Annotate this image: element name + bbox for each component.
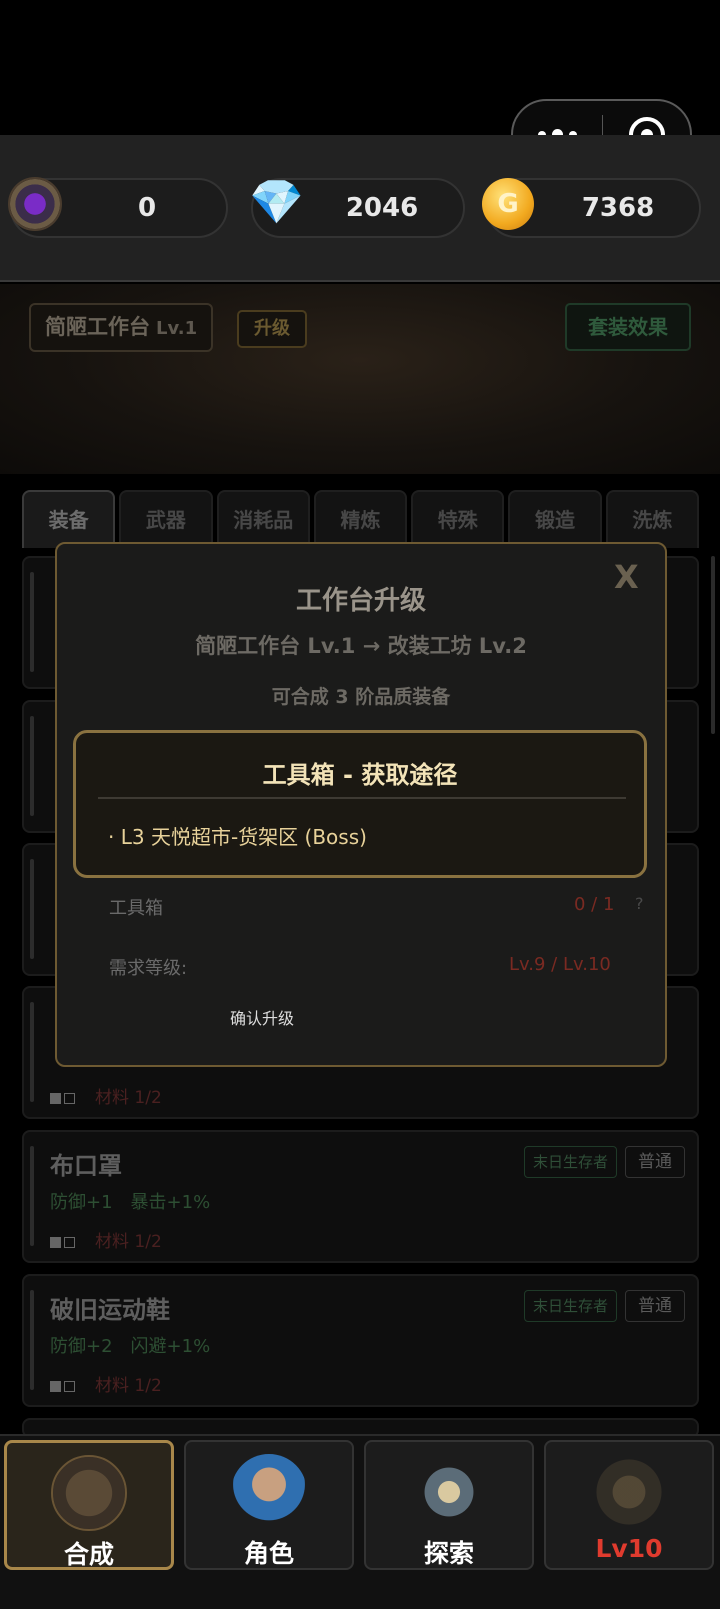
confirm-upgrade-button[interactable]: 确认升级 — [230, 1005, 294, 1029]
material-progress: 材料 1/2 — [50, 1227, 162, 1252]
stat: 闪避+1% — [130, 1336, 211, 1357]
upgrade-button[interactable]: 升级 — [237, 310, 307, 348]
gem-value: 2046 — [345, 193, 419, 223]
card-accent-bar — [30, 1290, 34, 1390]
popup-divider — [98, 797, 626, 799]
card-accent-bar — [30, 572, 34, 672]
tab-reroll[interactable]: 洗炼 — [605, 490, 699, 548]
popup-title: 工具箱 - 获取途径 — [262, 761, 458, 789]
list-item[interactable]: 破旧运动鞋 防御+2 闪避+1% 材料 1/2 末日生存者 普通 — [22, 1274, 699, 1407]
workbench-title[interactable]: 简陋工作台 Lv.1 — [29, 303, 214, 352]
diamond-icon: 💎 — [249, 177, 304, 228]
material-text: 材料 1/2 — [95, 1232, 162, 1252]
nav-label: 角色 — [243, 1539, 294, 1568]
nav-label: Lv10 — [595, 1534, 663, 1563]
item-name: 布口罩 — [50, 1152, 122, 1180]
category-tabs: 装备 武器 消耗品 精炼 特殊 锻造 洗炼 — [22, 490, 699, 548]
material-text: 材料 1/2 — [95, 1376, 162, 1396]
tab-forge[interactable]: 锻造 — [508, 490, 602, 548]
tab-equipment[interactable]: 装备 — [22, 490, 116, 548]
nav-character[interactable]: 角色 — [184, 1440, 354, 1570]
item-stats: 防御+1 暴击+1% — [50, 1188, 228, 1214]
tab-consumables[interactable]: 消耗品 — [216, 490, 310, 548]
tab-special[interactable]: 特殊 — [411, 490, 505, 548]
card-accent-bar — [30, 716, 34, 816]
stat: 防御+2 — [50, 1336, 113, 1357]
list-item[interactable]: 布口罩 防御+1 暴击+1% 材料 1/2 末日生存者 普通 — [22, 1130, 699, 1263]
quality-info: 可合成 3 阶品质装备 — [271, 686, 451, 708]
nav-explore[interactable]: 探索 — [364, 1440, 534, 1570]
gold-coin-icon: G — [482, 178, 534, 230]
currency-bar: 0 2046 💎 7368 G — [0, 135, 720, 282]
nav-crafting[interactable]: 合成 — [4, 1440, 174, 1570]
set-effect-button[interactable]: 套装效果 — [565, 303, 691, 351]
set-tag: 末日生存者 — [523, 1290, 617, 1322]
nav-locked-shop[interactable]: Lv10 — [544, 1440, 714, 1570]
requirement-level-value: Lv.9 / Lv.10 — [509, 954, 611, 975]
stat: 防御+1 — [50, 1192, 113, 1213]
help-icon[interactable]: ? — [635, 894, 644, 913]
modal-title: 工作台升级 — [295, 586, 426, 616]
requirement-item-count: 0 / 1 — [574, 894, 615, 915]
gold-value: 7368 — [581, 193, 655, 223]
requirement-item-label: 工具箱 — [109, 898, 163, 919]
workbench-name: 简陋工作台 — [45, 315, 150, 339]
crafting-tools-icon — [51, 1455, 127, 1531]
list-scrollbar[interactable] — [711, 556, 715, 734]
acquisition-popup[interactable]: 工具箱 - 获取途径 · L3 天悦超市-货架区 (Boss) — [73, 730, 647, 878]
character-portrait-icon — [231, 1454, 307, 1530]
orb-value: 0 — [137, 193, 157, 223]
tab-weapons[interactable]: 武器 — [119, 490, 213, 548]
requirement-level-label: 需求等级: — [109, 958, 188, 979]
item-name: 破旧运动鞋 — [50, 1296, 170, 1324]
acquisition-source[interactable]: · L3 天悦超市-货架区 (Boss) — [108, 821, 367, 850]
card-accent-bar — [30, 1146, 34, 1246]
material-text: 材料 1/2 — [95, 1088, 162, 1108]
locked-shop-icon — [591, 1454, 667, 1530]
purple-orb-icon — [8, 177, 62, 231]
card-accent-bar — [30, 1002, 34, 1102]
tab-refine[interactable]: 精炼 — [313, 490, 408, 548]
set-tag: 末日生存者 — [523, 1146, 617, 1178]
grade-badge: 普通 — [625, 1290, 685, 1322]
material-progress: 材料 1/2 — [50, 1083, 162, 1108]
compass-swords-icon — [411, 1454, 487, 1530]
bottom-nav: 合成 角色 探索 Lv10 — [0, 1434, 720, 1609]
item-stats: 防御+2 闪避+1% — [50, 1332, 228, 1358]
nav-label: 探索 — [423, 1539, 474, 1568]
workbench-level: Lv.1 — [156, 318, 198, 339]
nav-label: 合成 — [63, 1540, 114, 1569]
upgrade-path: 简陋工作台 Lv.1 → 改装工坊 Lv.2 — [195, 634, 527, 658]
material-progress: 材料 1/2 — [50, 1371, 162, 1396]
stat: 暴击+1% — [130, 1192, 211, 1213]
card-accent-bar — [30, 859, 34, 959]
grade-badge: 普通 — [625, 1146, 685, 1178]
